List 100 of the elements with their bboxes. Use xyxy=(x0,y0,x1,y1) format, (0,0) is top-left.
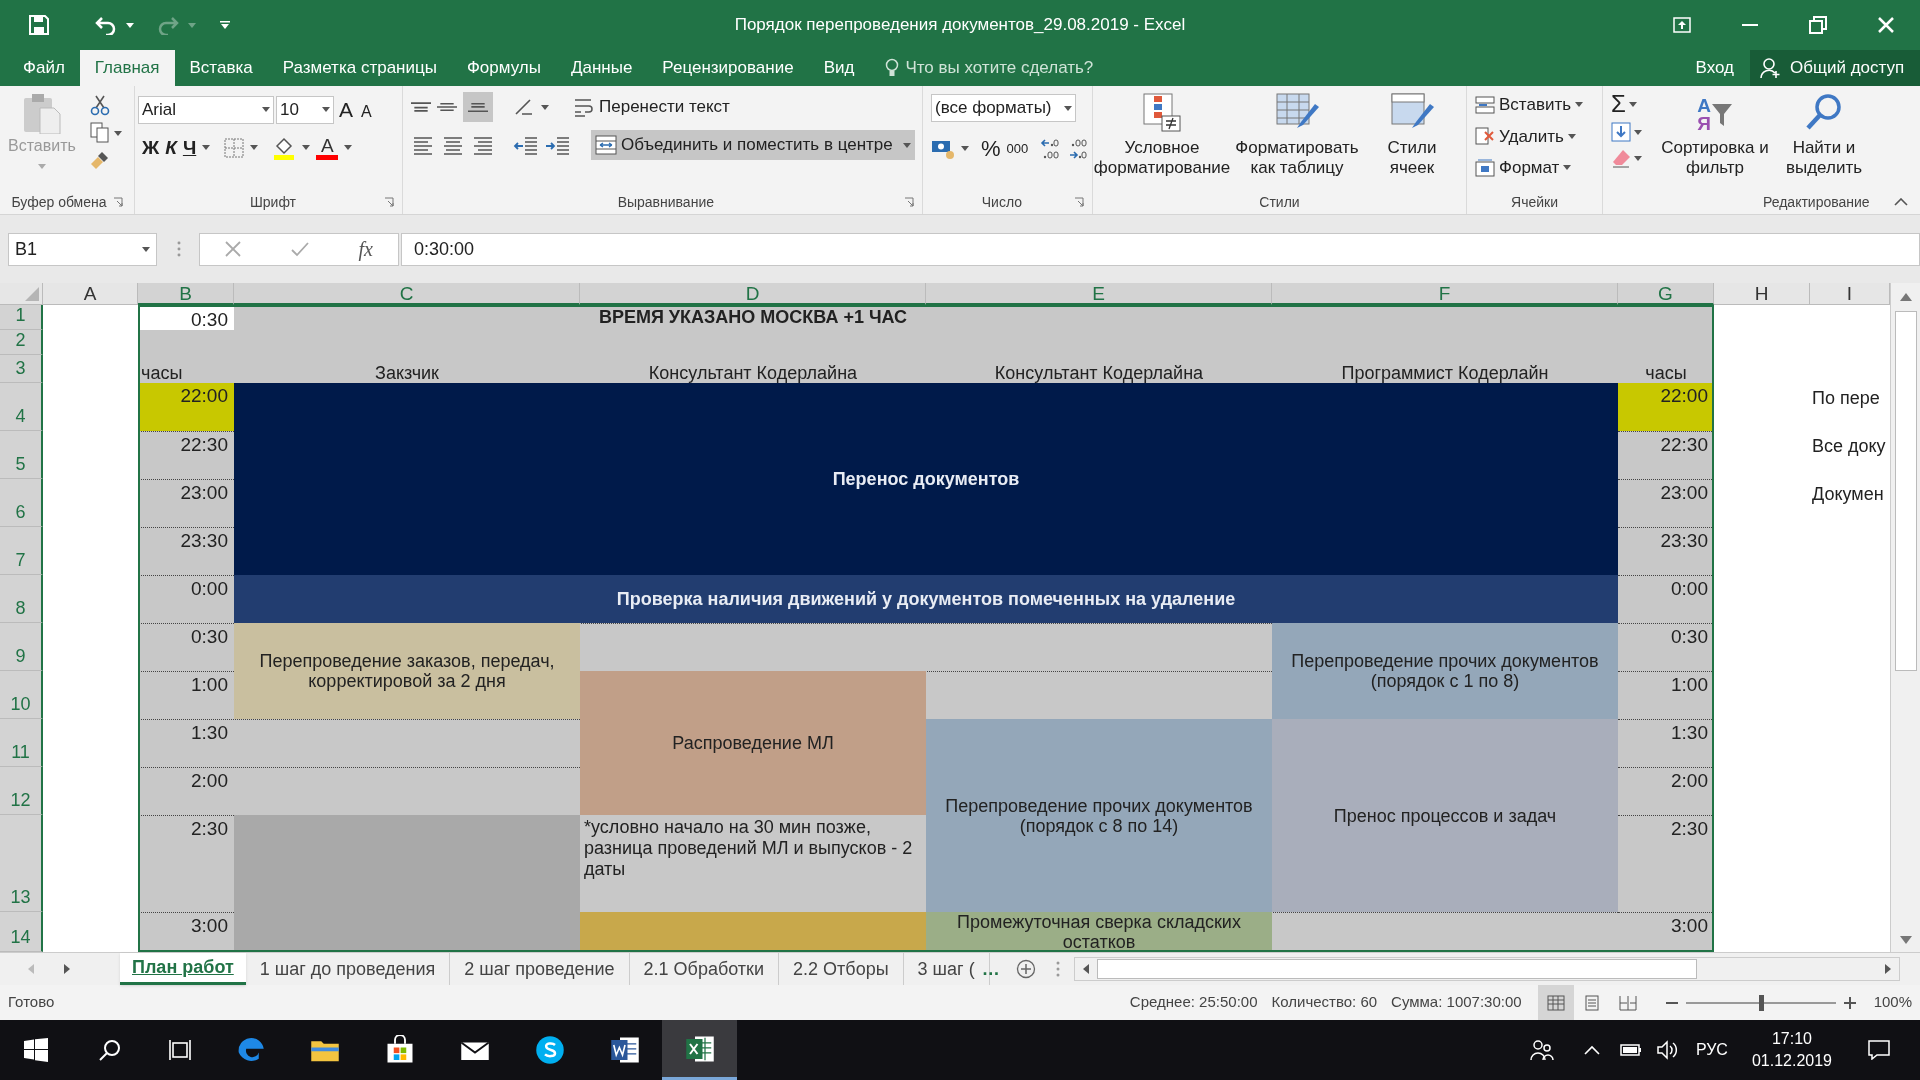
caret-icon[interactable] xyxy=(1563,165,1572,171)
align-middle-icon[interactable] xyxy=(437,103,457,111)
column-header[interactable]: B xyxy=(138,283,234,305)
scroll-thumb[interactable] xyxy=(1096,959,1697,979)
scroll-up-icon[interactable] xyxy=(1899,293,1912,301)
row-header[interactable]: 7 xyxy=(0,527,43,575)
view-button[interactable] xyxy=(1537,985,1574,1020)
search-icon[interactable] xyxy=(98,1038,122,1062)
horizontal-scrollbar[interactable] xyxy=(1073,957,1900,981)
underline-button[interactable]: Ч xyxy=(182,133,197,162)
decrease-font-button[interactable]: A xyxy=(358,95,375,124)
save-icon[interactable] xyxy=(28,14,50,36)
zoom-level[interactable]: 100% xyxy=(1873,991,1912,1014)
ribbon-tab[interactable]: Разметка страницы xyxy=(267,50,452,86)
chevron-up-icon[interactable] xyxy=(1583,1045,1600,1055)
undo-icon[interactable] xyxy=(94,15,118,35)
increase-font-button[interactable]: A xyxy=(336,94,356,126)
number-format-dropdown[interactable]: (все форматы) xyxy=(931,94,1076,122)
insert-function-button[interactable]: fx xyxy=(358,234,373,264)
fill-color-icon[interactable] xyxy=(272,135,297,160)
merge-center-button[interactable]: Объединить и поместить в центре xyxy=(591,130,915,160)
ribbon-tab[interactable]: Данные xyxy=(555,50,648,86)
row-header[interactable]: 11 xyxy=(0,719,43,767)
font-color-button[interactable]: A xyxy=(316,135,339,160)
column-header[interactable]: A xyxy=(43,283,138,305)
format-painter-icon[interactable] xyxy=(89,150,110,170)
font-name-dropdown[interactable]: Arial xyxy=(138,95,274,124)
windows-start-icon[interactable] xyxy=(24,1038,48,1062)
customize-toolbar-icon[interactable] xyxy=(220,21,230,29)
ribbon-tab[interactable]: Вставка xyxy=(174,50,268,86)
caret-icon[interactable] xyxy=(250,145,259,151)
zoom-slider-thumb[interactable] xyxy=(1758,994,1764,1011)
split-handle-icon[interactable] xyxy=(1055,961,1060,977)
caret-icon[interactable] xyxy=(1628,101,1637,107)
ribbon-tab[interactable]: Формулы xyxy=(451,50,556,86)
dialog-launcher-icon[interactable] xyxy=(904,197,914,207)
add-sheet-icon[interactable] xyxy=(1015,959,1036,979)
caret-icon[interactable] xyxy=(1634,155,1642,161)
caret-icon[interactable] xyxy=(141,246,150,252)
caret-icon[interactable] xyxy=(202,145,211,151)
caret-icon[interactable] xyxy=(961,146,969,151)
column-header[interactable]: D xyxy=(580,283,926,305)
scroll-left-icon[interactable] xyxy=(1082,964,1089,974)
caret-icon[interactable] xyxy=(302,145,311,151)
row-header[interactable]: 13 xyxy=(0,815,43,912)
fill-down-icon[interactable] xyxy=(1611,122,1631,142)
next-sheet-icon[interactable] xyxy=(64,964,70,974)
caret-icon[interactable] xyxy=(262,107,270,113)
scroll-down-icon[interactable] xyxy=(1899,936,1912,944)
ribbon-tab[interactable]: Главная xyxy=(79,50,175,86)
drag-handle-icon[interactable] xyxy=(176,241,181,257)
ribbon-tab[interactable]: Вид xyxy=(808,50,870,86)
find-select-button[interactable]: Найти и выделить xyxy=(1779,92,1869,178)
vertical-scrollbar[interactable] xyxy=(1890,283,1920,952)
battery-icon[interactable] xyxy=(1617,1042,1642,1058)
wrap-text-button[interactable]: Перенести текст xyxy=(573,94,730,120)
row-header[interactable]: 12 xyxy=(0,767,43,815)
column-header[interactable]: H xyxy=(1714,283,1810,305)
column-header[interactable]: C xyxy=(234,283,580,305)
column-header[interactable]: F xyxy=(1272,283,1618,305)
caret-icon[interactable] xyxy=(322,107,330,113)
column-header[interactable]: I xyxy=(1810,283,1890,305)
name-box[interactable]: B1 xyxy=(8,232,157,266)
insert-cells-button[interactable]: Вставить xyxy=(1475,92,1602,118)
format-cells-button[interactable]: Формат xyxy=(1475,155,1602,181)
task-view-icon[interactable] xyxy=(168,1039,192,1061)
italic-button[interactable]: К xyxy=(165,133,177,162)
ribbon-tab[interactable]: Рецензирование xyxy=(647,50,809,86)
row-header[interactable]: 4 xyxy=(0,383,43,431)
align-bottom-button[interactable] xyxy=(463,92,493,122)
align-top-icon[interactable] xyxy=(411,102,431,112)
caret-icon[interactable] xyxy=(1064,105,1072,111)
sheet-tab[interactable]: План работ xyxy=(120,953,246,985)
clock[interactable]: 17:10 01.12.2019 xyxy=(1751,1028,1832,1072)
tell-me-field[interactable]: Что вы хотите сделать? xyxy=(905,55,1106,81)
scroll-right-icon[interactable] xyxy=(1885,964,1891,974)
share-button[interactable]: Общий доступ xyxy=(1750,50,1920,86)
caret-icon[interactable] xyxy=(1575,102,1584,108)
language-indicator[interactable]: РУС xyxy=(1695,1038,1728,1062)
dialog-launcher-icon[interactable] xyxy=(1074,197,1084,207)
caret-icon[interactable] xyxy=(541,104,549,110)
taskbar-app-button[interactable] xyxy=(662,1020,737,1080)
enter-checkmark-icon[interactable] xyxy=(290,241,309,257)
caret-icon[interactable] xyxy=(902,142,911,148)
collapse-ribbon-icon[interactable] xyxy=(1894,198,1908,206)
zoom-out-icon[interactable] xyxy=(1665,1001,1678,1004)
volume-icon[interactable] xyxy=(1655,1040,1678,1060)
sort-filter-button[interactable]: А Я Сортировка и фильтр xyxy=(1655,92,1775,178)
zoom-slider[interactable] xyxy=(1685,994,1836,1011)
caret-icon[interactable] xyxy=(1567,133,1576,139)
cut-icon[interactable] xyxy=(89,94,110,116)
column-header[interactable]: E xyxy=(926,283,1272,305)
people-icon[interactable] xyxy=(1529,1039,1554,1061)
percent-button[interactable]: % xyxy=(981,132,1001,165)
row-header[interactable]: 2 xyxy=(0,330,43,355)
ribbon-tab[interactable]: Файл xyxy=(8,50,80,86)
delete-cells-button[interactable]: Удалить xyxy=(1475,123,1602,149)
font-size-dropdown[interactable]: 10 xyxy=(276,95,334,124)
dialog-launcher-icon[interactable] xyxy=(384,197,394,207)
caret-icon[interactable] xyxy=(344,145,353,151)
